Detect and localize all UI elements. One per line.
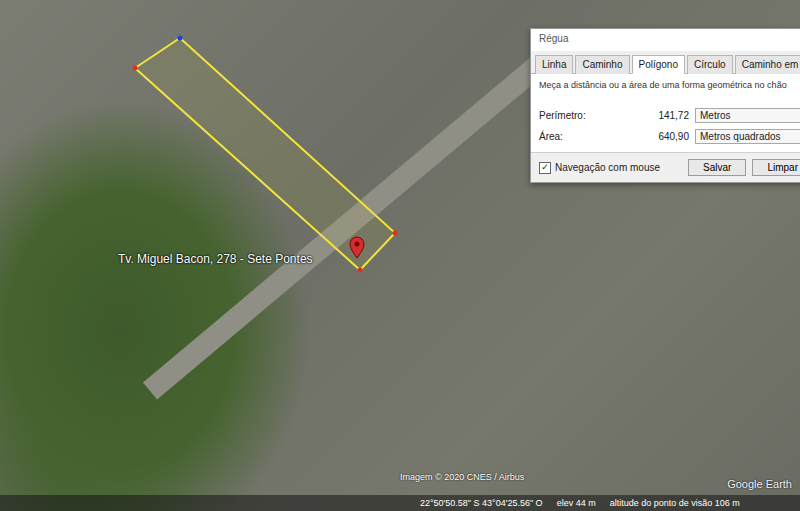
tab-bar: LinhaCaminhoPolígonoCírculoCaminho em 3D <box>531 51 800 74</box>
status-bar: 22°50'50.58" S 43°04'25.56" O elev 44 m al… <box>0 495 800 511</box>
dialog-button[interactable]: Limpar <box>752 159 800 176</box>
coordinates: 22°50'50.58" S 43°04'25.56" O <box>420 498 543 508</box>
dialog-button[interactable]: Salvar <box>688 159 746 176</box>
elevation: elev 44 m <box>557 498 596 508</box>
tab[interactable]: Caminho em 3D <box>735 55 800 74</box>
dialog-footer: ✓Navegação com mouse Salvar Limpar <box>531 152 800 182</box>
field-value: 141,72 <box>615 110 689 121</box>
tab[interactable]: Caminho <box>575 55 629 74</box>
field-label: Perímetro: <box>539 110 609 121</box>
checkbox[interactable]: ✓ <box>539 162 551 174</box>
tab[interactable]: Círculo <box>687 55 733 74</box>
dialog-body: Meça a distância ou a área de uma forma … <box>531 74 800 152</box>
image-attribution: Imagem © 2020 CNES / Airbus <box>400 472 524 482</box>
unit-select[interactable]: Metros▼ <box>695 108 800 123</box>
measurement-row: Área: 640,90 Metros quadrados▼ <box>539 129 800 144</box>
eye-altitude: altitude do ponto de visão 106 m <box>610 498 740 508</box>
satellite-map[interactable]: Tv. Miguel Bacon, 278 - Sete Pontes Image… <box>0 0 800 511</box>
dialog-title: Régua <box>531 29 800 51</box>
ruler-dialog: RéguaLinhaCaminhoPolígonoCírculoCaminho … <box>530 28 800 183</box>
app-logo: Google Earth <box>727 478 792 490</box>
tab[interactable]: Polígono <box>632 55 685 74</box>
field-label: Área: <box>539 131 609 142</box>
mouse-navigation-checkbox[interactable]: ✓Navegação com mouse <box>539 162 682 174</box>
description: Meça a distância ou a área de uma forma … <box>539 80 800 90</box>
field-value: 640,90 <box>615 131 689 142</box>
address-label: Tv. Miguel Bacon, 278 - Sete Pontes <box>118 252 313 266</box>
unit-select[interactable]: Metros quadrados▼ <box>695 129 800 144</box>
tab[interactable]: Linha <box>535 55 573 74</box>
street <box>143 48 555 399</box>
measurement-row: Perímetro: 141,72 Metros▼ <box>539 108 800 123</box>
